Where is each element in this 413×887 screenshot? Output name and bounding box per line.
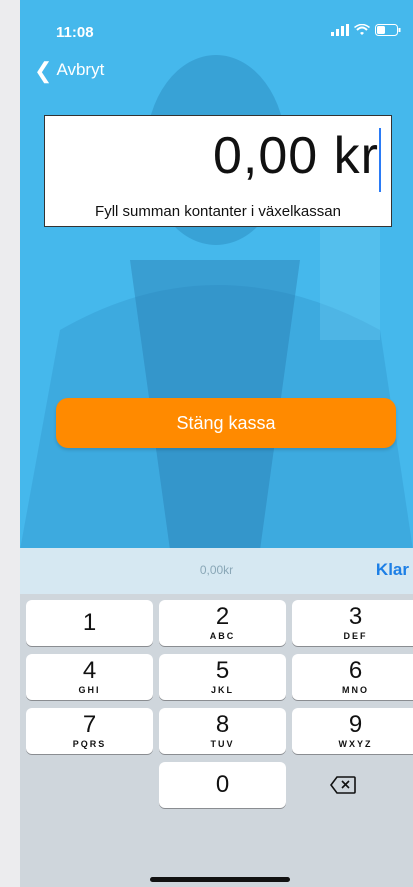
key-0[interactable]: 0: [159, 762, 286, 808]
key-letters: PQRS: [72, 739, 107, 749]
key-number: 0: [215, 771, 230, 798]
key-1[interactable]: 1: [26, 600, 153, 646]
wifi-icon: [354, 24, 370, 35]
status-icons: [331, 24, 401, 36]
chevron-left-icon: ❮: [34, 57, 53, 83]
numeric-keypad: 1 2 ABC 3 DEF 4 GHI 5 JKL 6 MNO 7 PQRS 8…: [20, 594, 413, 887]
key-letters: JKL: [210, 685, 234, 695]
key-6[interactable]: 6 MNO: [292, 654, 413, 700]
key-3[interactable]: 3 DEF: [292, 600, 413, 646]
keyboard-accessory-bar: 0,00kr Klar: [20, 548, 413, 594]
delete-key[interactable]: [298, 762, 388, 808]
key-letters: ABC: [209, 631, 236, 641]
key-letters: MNO: [342, 685, 369, 695]
done-button[interactable]: Klar: [376, 560, 409, 580]
key-number: 5: [215, 657, 230, 684]
key-2[interactable]: 2 ABC: [159, 600, 286, 646]
key-number: 1: [82, 609, 97, 636]
key-number: 7: [82, 711, 97, 738]
close-register-button[interactable]: Stäng kassa: [56, 398, 396, 448]
amount-field[interactable]: 0,00 kr Fyll summan kontanter i växelkas…: [44, 115, 392, 227]
signal-icon: [331, 24, 349, 36]
status-time: 11:08: [56, 24, 94, 41]
key-letters: TUV: [210, 739, 235, 749]
key-number: 4: [82, 657, 97, 684]
home-indicator: [150, 877, 290, 882]
key-4[interactable]: 4 GHI: [26, 654, 153, 700]
key-number: 3: [348, 603, 363, 630]
key-7[interactable]: 7 PQRS: [26, 708, 153, 754]
background-photo: [20, 0, 413, 550]
key-letters: WXYZ: [338, 739, 373, 749]
key-number: 9: [348, 711, 363, 738]
key-number: 2: [215, 603, 230, 630]
key-letters: GHI: [78, 685, 101, 695]
backspace-icon: [330, 776, 356, 794]
key-8[interactable]: 8 TUV: [159, 708, 286, 754]
app-screen: 11:08 ❮ Avbryt 0,00 kr Fyll summan konta…: [20, 0, 413, 887]
key-letters: DEF: [343, 631, 368, 641]
battery-icon: [375, 24, 401, 36]
key-number: 8: [215, 711, 230, 738]
back-label: Avbryt: [56, 60, 105, 79]
key-5[interactable]: 5 JKL: [159, 654, 286, 700]
back-button[interactable]: ❮ Avbryt: [34, 57, 105, 83]
amount-hint: Fyll summan kontanter i växelkassan: [95, 203, 341, 220]
amount-value: 0,00 kr: [213, 127, 379, 185]
key-number: 6: [348, 657, 363, 684]
text-caret: [379, 128, 381, 192]
key-9[interactable]: 9 WXYZ: [292, 708, 413, 754]
amount-preview: 0,00kr: [199, 563, 234, 577]
